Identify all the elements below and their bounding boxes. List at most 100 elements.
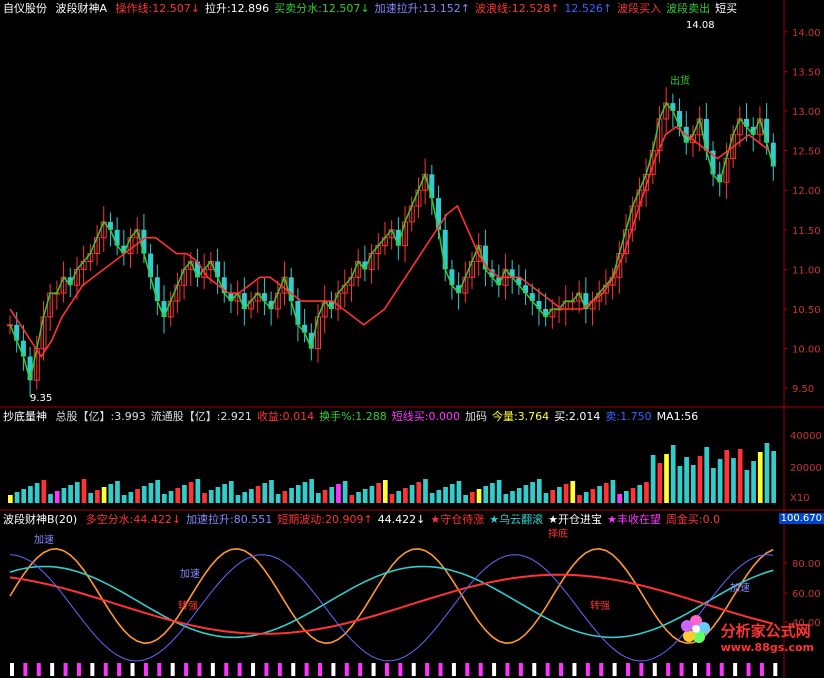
- volume-bar: [570, 481, 576, 503]
- volume-bar: [275, 494, 281, 503]
- volume-item-7: 买:2.014: [554, 410, 601, 423]
- volume-bar: [302, 482, 308, 503]
- volume-bar: [530, 482, 535, 503]
- price-item-0: 操作线:12.507↓: [115, 2, 200, 15]
- volume-values: 总股【亿】:3.993 流通股【亿】:2.921 收益:0.014 换手%:1.288…: [56, 410, 704, 423]
- price-ytick-label: 10.50: [792, 305, 821, 316]
- volume-bar: [637, 485, 643, 503]
- oscillator-bottom-marker: [585, 663, 590, 676]
- price-ytick-label: 12.50: [792, 147, 821, 158]
- volume-bar: [175, 488, 181, 503]
- volume-ytick-label: 20000: [790, 463, 822, 474]
- volume-bar: [88, 493, 94, 503]
- volume-bar: [724, 450, 730, 503]
- oscillator-item-2: 短期波动:20.909↑: [277, 513, 373, 526]
- volume-item-6: 今量:3.764: [491, 410, 550, 423]
- volume-bar: [162, 494, 167, 503]
- volume-bar: [95, 490, 100, 503]
- volume-bar: [34, 483, 40, 503]
- oscillator-ytick-label: 80.00: [792, 559, 821, 570]
- oscillator-bottom-marker: [76, 663, 81, 676]
- oscillator-bottom-marker: [210, 663, 215, 676]
- volume-bar: [262, 483, 268, 503]
- volume-bar: [516, 488, 522, 503]
- oscillator-bottom-marker: [371, 663, 376, 676]
- volume-bar: [208, 490, 214, 503]
- volume-bar: [282, 491, 288, 503]
- volume-item-4: 短线买:0.000: [391, 410, 460, 423]
- price-item-7: 波段卖出: [666, 2, 711, 15]
- volume-bar: [336, 484, 341, 503]
- volume-bar: [101, 487, 107, 503]
- oscillator-bottom-marker: [251, 663, 256, 676]
- volume-indicator-name: 抄底量神: [3, 410, 47, 423]
- volume-bar: [108, 484, 114, 503]
- oscillator-tag-5: 择底: [548, 527, 568, 540]
- volume-ytick-label: X10: [790, 493, 810, 504]
- price-ytick-label: 13.00: [792, 107, 821, 118]
- oscillator-bottom-marker: [277, 663, 282, 676]
- volume-bar: [757, 452, 763, 503]
- volume-bar: [68, 485, 73, 503]
- volume-bar: [316, 493, 321, 503]
- volume-bar: [677, 466, 683, 503]
- oscillator-bottom-marker: [264, 663, 269, 676]
- volume-bar: [409, 485, 415, 503]
- price-item-5: 12.526↑: [564, 2, 613, 15]
- oscillator-chart: 80.0060.0040.00加速加速加速转强 转强择底: [9, 511, 821, 678]
- volume-bar: [490, 483, 495, 503]
- volume-bar: [436, 490, 442, 503]
- oscillator-bottom-marker: [652, 663, 657, 676]
- volume-item-2: 收益:0.014: [256, 410, 315, 423]
- indicator-name: 波段财神A: [55, 2, 108, 15]
- oscillator-bottom-marker: [398, 663, 403, 676]
- price-ytick-label: 12.00: [792, 186, 821, 197]
- price-item-6: 波段买入: [617, 2, 662, 15]
- oscillator-bottom-marker: [157, 663, 162, 676]
- volume-bar: [135, 489, 140, 503]
- volume-bar: [550, 490, 556, 503]
- volume-bar: [369, 486, 375, 503]
- volume-bar: [8, 495, 13, 503]
- volume-bar: [423, 479, 428, 503]
- oscillator-bottom-marker: [639, 663, 644, 676]
- oscillator-header: 波段财神B(20) 多空分水:44.422↓ 加速拉升:80.551 短期波动:20…: [3, 513, 730, 526]
- oscillator-bottom-marker: [719, 663, 724, 676]
- price-ytick-label: 11.00: [792, 265, 821, 276]
- oscillator-bottom-marker: [773, 663, 778, 676]
- volume-bar: [644, 482, 649, 503]
- volume-bar: [449, 484, 455, 503]
- oscillator-bottom-marker: [626, 663, 630, 676]
- oscillator-bottom-marker: [384, 663, 389, 676]
- oscillator-item-7: ★丰收在望: [607, 513, 661, 526]
- oscillator-item-8: 周金买:0.0: [665, 513, 721, 526]
- oscillator-bottom-marker: [143, 663, 148, 676]
- volume-bar: [536, 479, 542, 503]
- oscillator-bottom-marker: [304, 663, 309, 676]
- oscillator-bottom-marker: [759, 663, 764, 676]
- volume-bar: [737, 449, 743, 503]
- volume-bar: [429, 493, 435, 503]
- volume-bar: [349, 495, 355, 503]
- oscillator-short-wave-line: [9, 547, 774, 645]
- volume-bar: [356, 492, 361, 503]
- volume-bar: [269, 480, 274, 503]
- volume-bar: [396, 491, 402, 503]
- oscillator-item-3: 44.422↓: [377, 513, 426, 526]
- volume-bar: [195, 479, 201, 503]
- oscillator-bottom-marker: [599, 663, 604, 676]
- volume-item-3: 换手%:1.288: [319, 410, 387, 423]
- volume-bar: [362, 489, 368, 503]
- volume-bar: [764, 443, 770, 503]
- price-panel: 14.00 13.50 13.00 12.50 12.00 11.50 11.00 10.50…: [0, 0, 824, 408]
- oscillator-bottom-marker: [130, 663, 135, 676]
- price-chart: 14.00 13.50 13.00 12.50 12.00 11.50 11.00 10.50…: [0, 0, 824, 408]
- volume-bar: [215, 487, 221, 503]
- volume-bar: [128, 492, 134, 503]
- volume-bar: [744, 470, 750, 503]
- volume-bar: [249, 489, 254, 503]
- current-value-badge: 100.670: [778, 513, 824, 524]
- oscillator-bottom-marker: [478, 663, 483, 676]
- volume-bar: [670, 445, 676, 503]
- oscillator-indicator-name: 波段财神B(20): [3, 513, 78, 526]
